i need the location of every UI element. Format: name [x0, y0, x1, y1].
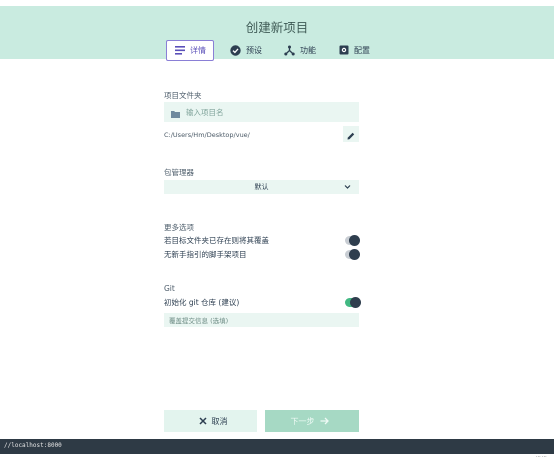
resize-grip: ⋯⋯ — [536, 454, 548, 458]
no-guide-toggle-label: 无新手指引的脚手架项目 — [164, 250, 247, 259]
tab-details[interactable]: 详情 — [166, 39, 214, 61]
overwrite-toggle[interactable] — [345, 235, 360, 246]
check-circle-icon — [230, 44, 241, 56]
list-icon — [174, 45, 185, 56]
arrow-right-icon — [320, 417, 329, 425]
chevron-down-icon — [344, 183, 351, 192]
git-init-label: 初始化 git 仓库 (建议) — [164, 298, 240, 307]
package-manager-select[interactable]: 默认 — [164, 180, 359, 194]
next-button-label: 下一步 — [290, 416, 315, 426]
page-title: 创建新项目 — [245, 20, 309, 35]
pencil-icon — [347, 125, 355, 144]
git-section-label: Git — [164, 284, 175, 293]
edit-path-button[interactable] — [343, 126, 359, 142]
toggle-knob — [349, 235, 360, 246]
folder-icon — [171, 103, 180, 122]
package-manager-label: 包管理器 — [164, 168, 194, 177]
project-folder-label: 项目文件夹 — [164, 91, 202, 100]
project-name-placeholder: 输入项目名 — [186, 107, 224, 117]
git-init-toggle[interactable] — [345, 297, 361, 308]
tab-presets[interactable]: 预设 — [224, 40, 268, 60]
fork-icon — [284, 45, 295, 56]
close-icon — [198, 417, 207, 425]
header-bar: 创建新项目 详情 预设 功能 配置 — [0, 6, 554, 61]
project-name-input[interactable]: 输入项目名 — [164, 102, 359, 122]
settings-icon — [338, 45, 349, 56]
package-manager-value: 默认 — [254, 183, 269, 191]
toggle-knob — [350, 297, 361, 308]
no-guide-toggle[interactable] — [345, 249, 360, 260]
tab-features[interactable]: 功能 — [278, 40, 322, 60]
next-button[interactable]: 下一步 — [265, 410, 359, 432]
cancel-button-label: 取消 — [211, 416, 228, 426]
tab-presets-label: 预设 — [246, 45, 262, 55]
status-url: //localhost:8000 — [4, 442, 62, 449]
tab-details-label: 详情 — [190, 45, 206, 55]
toggle-knob — [349, 249, 360, 260]
overwrite-toggle-label: 若目标文件夹已存在则将其覆盖 — [164, 236, 269, 245]
project-path: C:/Users/Hm/Desktop/vue/ — [164, 131, 250, 139]
tab-features-label: 功能 — [300, 45, 316, 55]
step-tabs: 详情 预设 功能 配置 — [166, 39, 386, 61]
tab-config-label: 配置 — [354, 45, 370, 55]
tab-config[interactable]: 配置 — [332, 40, 376, 60]
cancel-button[interactable]: 取消 — [164, 410, 257, 432]
more-options-label: 更多选项 — [164, 223, 194, 232]
commit-message-input[interactable]: 覆盖提交信息 (选填) — [164, 313, 359, 327]
browser-status-bar: //localhost:8000 — [0, 439, 554, 454]
